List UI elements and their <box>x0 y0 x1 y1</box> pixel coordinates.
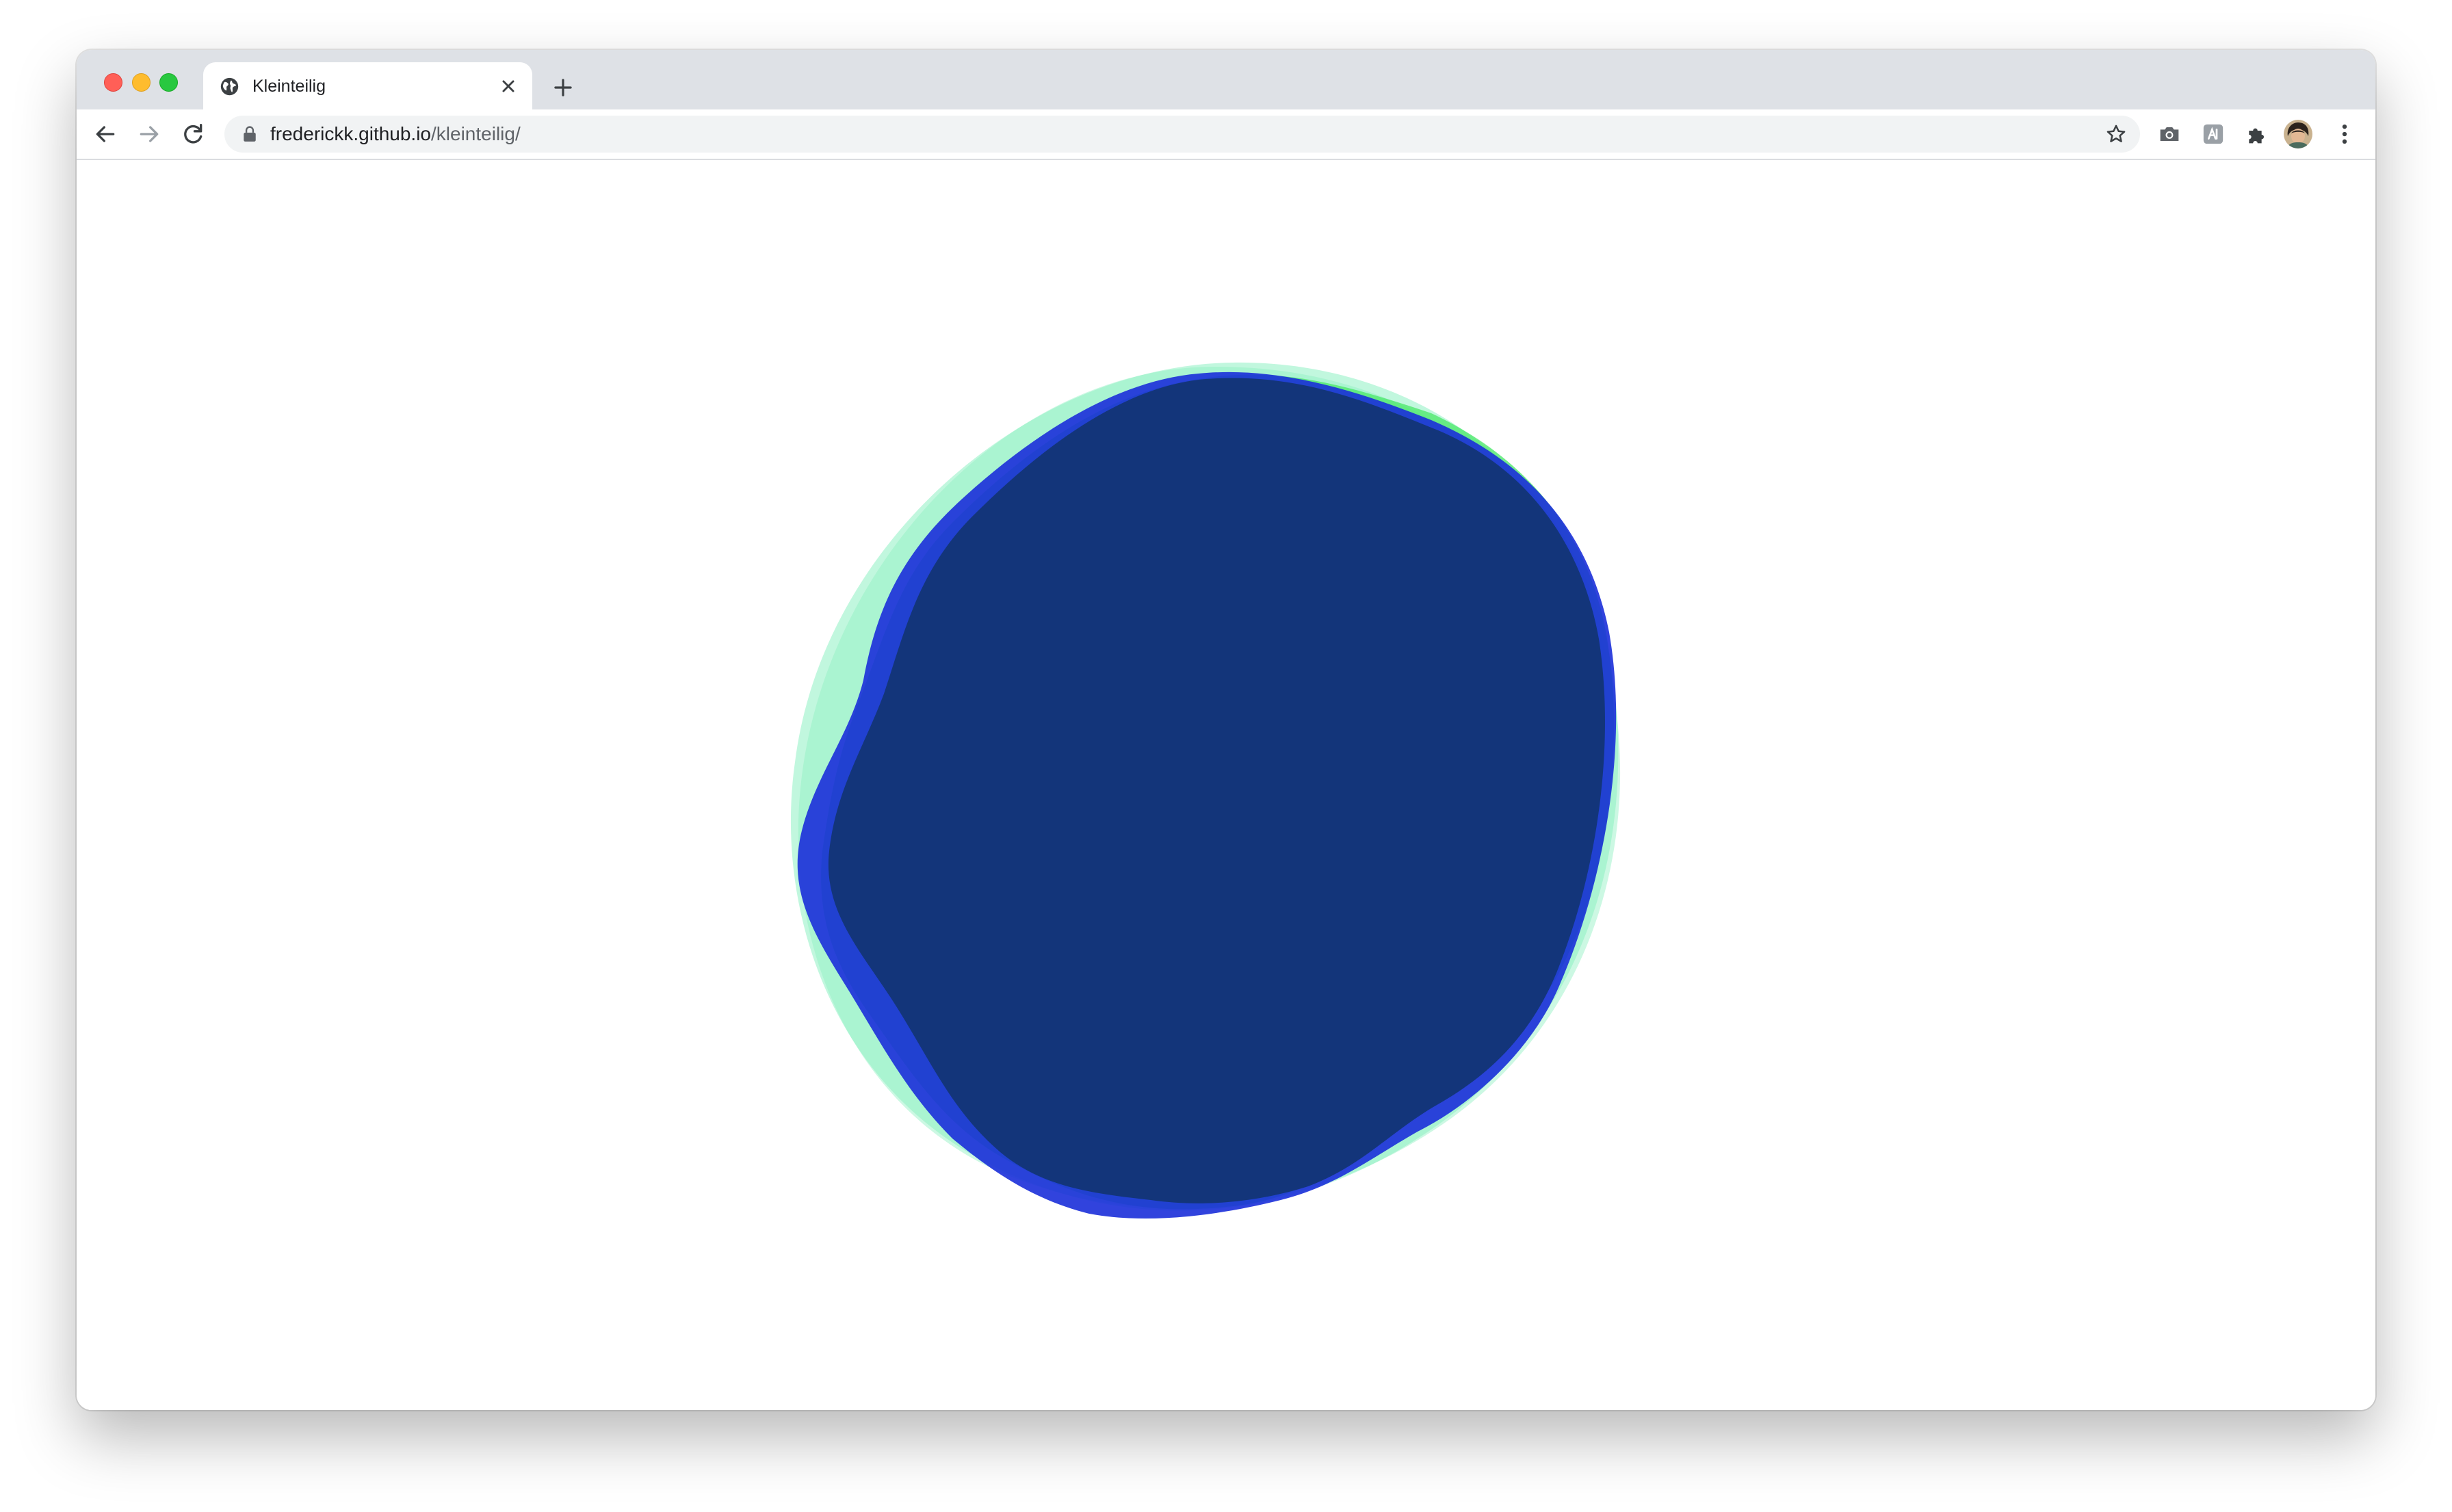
plus-icon[interactable] <box>550 75 576 101</box>
url-text[interactable]: frederickk.github.io/kleinteilig/ <box>270 123 521 145</box>
avatar[interactable] <box>2284 120 2312 148</box>
close-window-button[interactable] <box>104 73 122 92</box>
kebab-menu-icon[interactable] <box>2331 120 2358 148</box>
puzzle-icon[interactable] <box>2243 120 2271 148</box>
tab-kleinteilig[interactable]: Kleinteilig <box>203 62 532 109</box>
minimize-window-button[interactable] <box>132 73 151 92</box>
url-path: /kleinteilig/ <box>431 123 521 144</box>
profile-photo-icon <box>2284 120 2312 148</box>
url-host: frederickk.github.io <box>270 123 432 144</box>
arrow-left-icon[interactable] <box>92 120 119 148</box>
blob-artwork <box>790 362 1621 1219</box>
camera-icon[interactable] <box>2156 120 2183 148</box>
globe-icon <box>220 77 239 96</box>
close-icon[interactable] <box>497 75 520 98</box>
toolbar: frederickk.github.io/kleinteilig/ <box>77 109 2375 160</box>
reload-icon[interactable] <box>179 120 207 148</box>
browser-window: Kleinteilig frederickk.github.io/kleinte… <box>77 50 2375 1410</box>
translate-extension-icon[interactable] <box>2200 120 2227 148</box>
address-bar[interactable]: frederickk.github.io/kleinteilig/ <box>224 116 2140 153</box>
arrow-right-icon[interactable] <box>135 120 163 148</box>
zoom-window-button[interactable] <box>159 73 178 92</box>
tab-strip: Kleinteilig <box>77 50 2375 109</box>
tab-title: Kleinteilig <box>252 77 326 96</box>
lock-icon[interactable] <box>242 126 257 142</box>
page-content <box>77 160 2375 1410</box>
star-icon[interactable] <box>2104 122 2128 146</box>
